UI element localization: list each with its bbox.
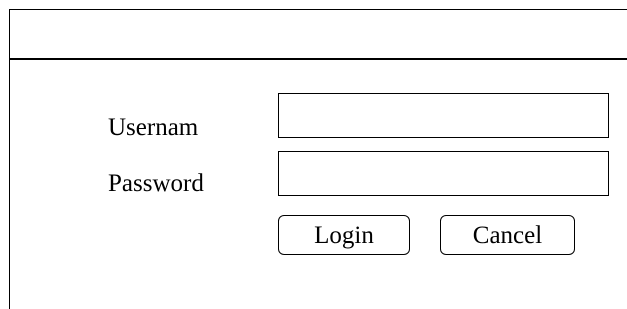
login-button[interactable]: Login xyxy=(278,215,410,255)
password-label: Password xyxy=(108,170,204,197)
username-label: Usernam xyxy=(108,114,199,141)
login-window: Usernam Password Login Cancel xyxy=(9,9,627,309)
cancel-button[interactable]: Cancel xyxy=(440,215,575,255)
title-bar xyxy=(10,10,627,60)
password-input[interactable] xyxy=(278,151,609,196)
username-input[interactable] xyxy=(278,93,609,138)
